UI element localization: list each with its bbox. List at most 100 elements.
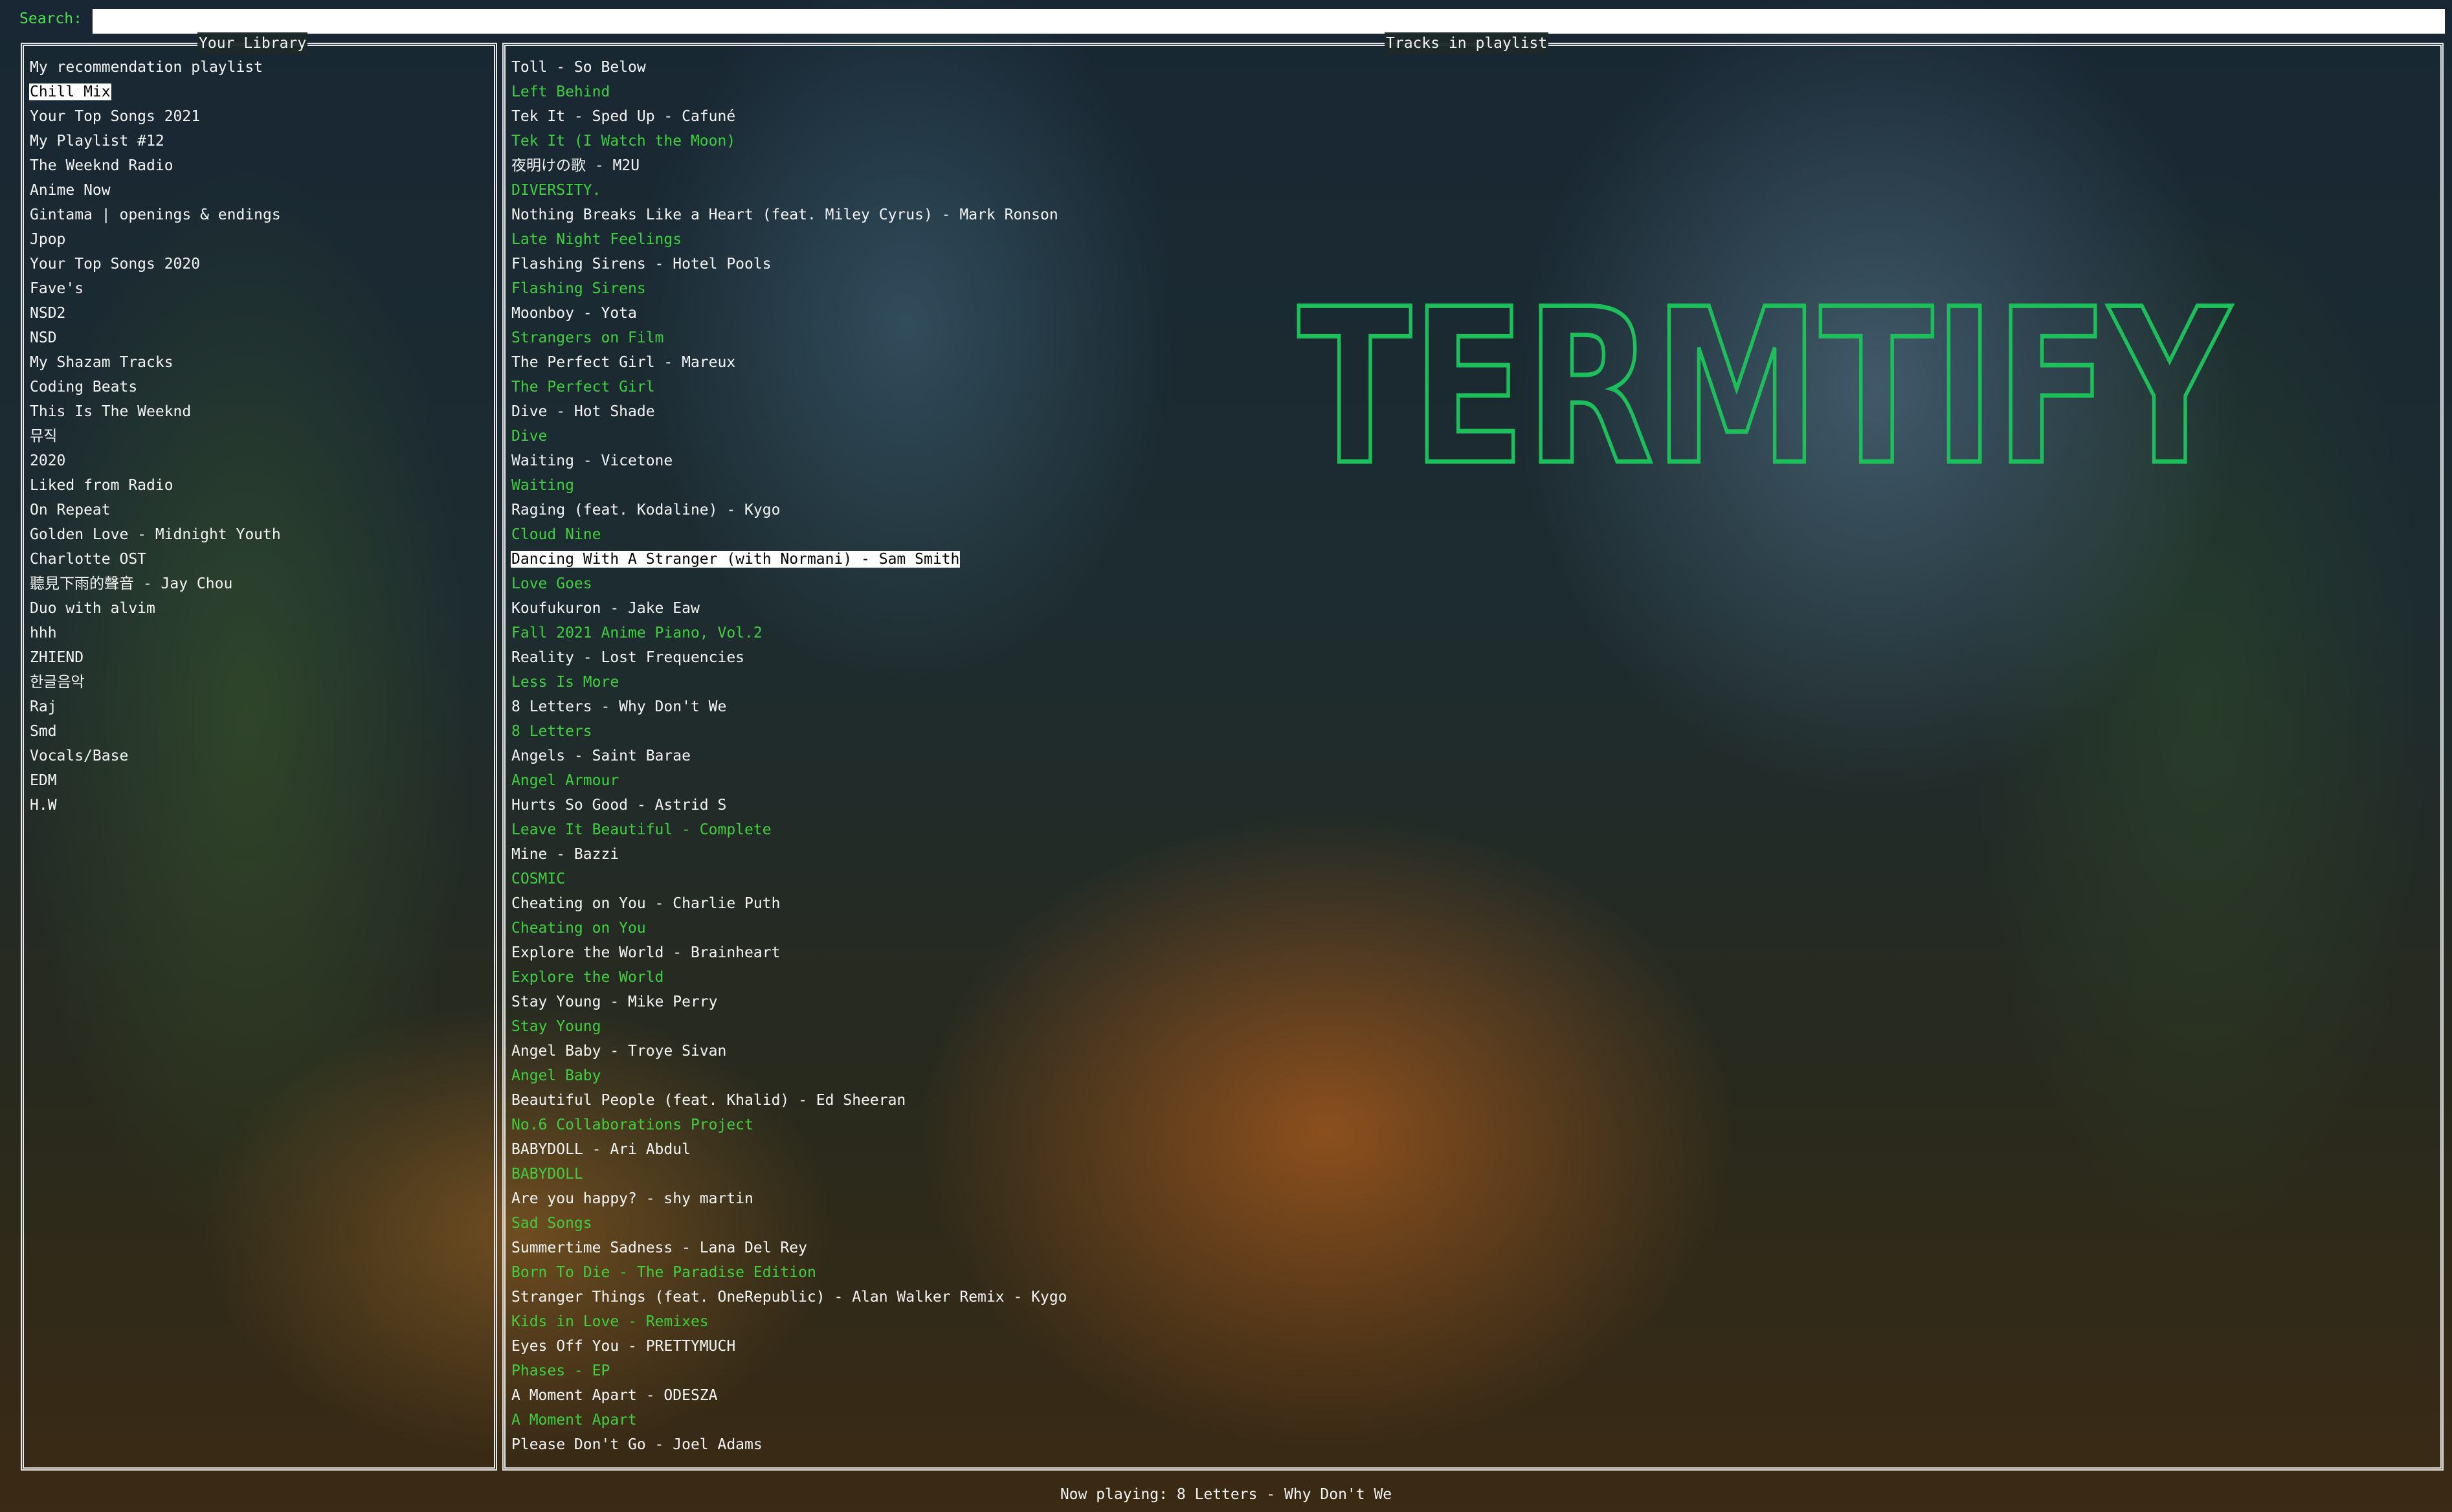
- library-item-label: The Weeknd Radio: [30, 157, 173, 174]
- track-row[interactable]: Hurts So Good - Astrid S: [511, 793, 1068, 817]
- album-row[interactable]: Cheating on You: [511, 916, 1068, 940]
- library-item[interactable]: 뮤직: [29, 424, 282, 449]
- track-row[interactable]: Nothing Breaks Like a Heart (feat. Miley…: [511, 203, 1068, 227]
- album-label: BABYDOLL: [511, 1166, 583, 1183]
- library-item[interactable]: Raj: [29, 695, 282, 719]
- library-item[interactable]: On Repeat: [29, 498, 282, 522]
- track-row[interactable]: A Moment Apart - ODESZA: [511, 1383, 1068, 1408]
- library-item[interactable]: The Weeknd Radio: [29, 153, 282, 178]
- track-row[interactable]: Mine - Bazzi: [511, 842, 1068, 867]
- album-row[interactable]: Angel Baby: [511, 1063, 1068, 1088]
- album-row[interactable]: A Moment Apart: [511, 1408, 1068, 1432]
- album-row[interactable]: 8 Letters: [511, 719, 1068, 744]
- album-row[interactable]: Late Night Feelings: [511, 227, 1068, 252]
- library-item[interactable]: Fave's: [29, 276, 282, 301]
- album-label: Angel Baby: [511, 1067, 601, 1084]
- library-item[interactable]: 한글음악: [29, 670, 282, 695]
- search-input[interactable]: [93, 9, 2445, 34]
- library-item[interactable]: 2020: [29, 449, 282, 473]
- library-item[interactable]: Vocals/Base: [29, 744, 282, 768]
- track-row[interactable]: Raging (feat. Kodaline) - Kygo: [511, 498, 1068, 522]
- track-row[interactable]: Stay Young - Mike Perry: [511, 990, 1068, 1014]
- album-label: Explore the World: [511, 969, 664, 986]
- album-row[interactable]: The Perfect Girl: [511, 375, 1068, 399]
- track-row[interactable]: Beautiful People (feat. Khalid) - Ed She…: [511, 1088, 1068, 1113]
- track-row[interactable]: Explore the World - Brainheart: [511, 940, 1068, 965]
- album-row[interactable]: Phases - EP: [511, 1359, 1068, 1383]
- album-row[interactable]: Sad Songs: [511, 1211, 1068, 1236]
- track-row[interactable]: Tek It - Sped Up - Cafuné: [511, 104, 1068, 129]
- album-row[interactable]: Love Goes: [511, 572, 1068, 596]
- track-row[interactable]: Are you happy? - shy martin: [511, 1186, 1068, 1211]
- album-row[interactable]: Fall 2021 Anime Piano, Vol.2: [511, 621, 1068, 645]
- track-row[interactable]: Dancing With A Stranger (with Normani) -…: [511, 547, 1068, 572]
- library-item[interactable]: H.W: [29, 793, 282, 817]
- track-row[interactable]: Summertime Sadness - Lana Del Rey: [511, 1236, 1068, 1260]
- library-item[interactable]: Golden Love - Midnight Youth: [29, 522, 282, 547]
- album-row[interactable]: Waiting: [511, 473, 1068, 498]
- album-row[interactable]: Leave It Beautiful - Complete: [511, 817, 1068, 842]
- album-row[interactable]: Left Behind: [511, 80, 1068, 104]
- album-row[interactable]: Stay Young: [511, 1014, 1068, 1039]
- track-row[interactable]: Waiting - Vicetone: [511, 449, 1068, 473]
- library-item-label: Your Top Songs 2020: [30, 256, 201, 272]
- library-item[interactable]: My Shazam Tracks: [29, 350, 282, 375]
- track-row[interactable]: 夜明けの歌 - M2U: [511, 153, 1068, 178]
- track-row[interactable]: Eyes Off You - PRETTYMUCH: [511, 1334, 1068, 1359]
- track-row[interactable]: Flashing Sirens - Hotel Pools: [511, 252, 1068, 276]
- album-row[interactable]: DIVERSITY.: [511, 178, 1068, 203]
- library-item[interactable]: Charlotte OST: [29, 547, 282, 572]
- library-item[interactable]: Anime Now: [29, 178, 282, 203]
- library-item[interactable]: hhh: [29, 621, 282, 645]
- album-row[interactable]: COSMIC: [511, 867, 1068, 891]
- library-item[interactable]: Jpop: [29, 227, 282, 252]
- album-row[interactable]: BABYDOLL: [511, 1162, 1068, 1186]
- library-item[interactable]: Coding Beats: [29, 375, 282, 399]
- album-row[interactable]: Angel Armour: [511, 768, 1068, 793]
- track-row[interactable]: The Perfect Girl - Mareux: [511, 350, 1068, 375]
- library-item[interactable]: Liked from Radio: [29, 473, 282, 498]
- album-row[interactable]: Explore the World: [511, 965, 1068, 990]
- track-row[interactable]: Dive - Hot Shade: [511, 399, 1068, 424]
- track-row[interactable]: Angel Baby - Troye Sivan: [511, 1039, 1068, 1063]
- track-row[interactable]: Moonboy - Yota: [511, 301, 1068, 326]
- library-item[interactable]: Chill Mix: [29, 80, 282, 104]
- library-item[interactable]: NSD2: [29, 301, 282, 326]
- track-label: Mine - Bazzi: [511, 846, 619, 863]
- album-row[interactable]: No.6 Collaborations Project: [511, 1113, 1068, 1137]
- album-label: The Perfect Girl: [511, 379, 655, 395]
- track-row[interactable]: Angels - Saint Barae: [511, 744, 1068, 768]
- library-item[interactable]: Gintama | openings & endings: [29, 203, 282, 227]
- library-item[interactable]: My Playlist #12: [29, 129, 282, 153]
- library-item[interactable]: NSD: [29, 326, 282, 350]
- library-item[interactable]: This Is The Weeknd: [29, 399, 282, 424]
- album-row[interactable]: Flashing Sirens: [511, 276, 1068, 301]
- library-item[interactable]: 聽見下雨的聲音 - Jay Chou: [29, 572, 282, 596]
- track-row[interactable]: Toll - So Below: [511, 55, 1068, 80]
- track-row[interactable]: 8 Letters - Why Don't We: [511, 695, 1068, 719]
- library-item[interactable]: Your Top Songs 2020: [29, 252, 282, 276]
- track-row[interactable]: Please Don't Go - Joel Adams: [511, 1432, 1068, 1457]
- track-row[interactable]: Reality - Lost Frequencies: [511, 645, 1068, 670]
- track-row[interactable]: Stranger Things (feat. OneRepublic) - Al…: [511, 1285, 1068, 1309]
- search-label: Search:: [19, 10, 82, 27]
- album-row[interactable]: Less Is More: [511, 670, 1068, 695]
- album-row[interactable]: Strangers on Film: [511, 326, 1068, 350]
- library-item[interactable]: Smd: [29, 719, 282, 744]
- library-item[interactable]: ZHIEND: [29, 645, 282, 670]
- album-row[interactable]: Kids in Love - Remixes: [511, 1309, 1068, 1334]
- library-item[interactable]: My recommendation playlist: [29, 55, 282, 80]
- track-row[interactable]: BABYDOLL - Ari Abdul: [511, 1137, 1068, 1162]
- library-item-label: Duo with alvim: [30, 600, 155, 617]
- album-row[interactable]: Born To Die - The Paradise Edition: [511, 1260, 1068, 1285]
- album-row[interactable]: Cloud Nine: [511, 522, 1068, 547]
- album-row[interactable]: Tek It (I Watch the Moon): [511, 129, 1068, 153]
- track-row[interactable]: Koufukuron - Jake Eaw: [511, 596, 1068, 621]
- library-item[interactable]: Duo with alvim: [29, 596, 282, 621]
- track-row[interactable]: Cheating on You - Charlie Puth: [511, 891, 1068, 916]
- album-label: Tek It (I Watch the Moon): [511, 133, 736, 150]
- library-item[interactable]: EDM: [29, 768, 282, 793]
- library-item[interactable]: Your Top Songs 2021: [29, 104, 282, 129]
- album-row[interactable]: Dive: [511, 424, 1068, 449]
- library-item-label: hhh: [30, 625, 57, 641]
